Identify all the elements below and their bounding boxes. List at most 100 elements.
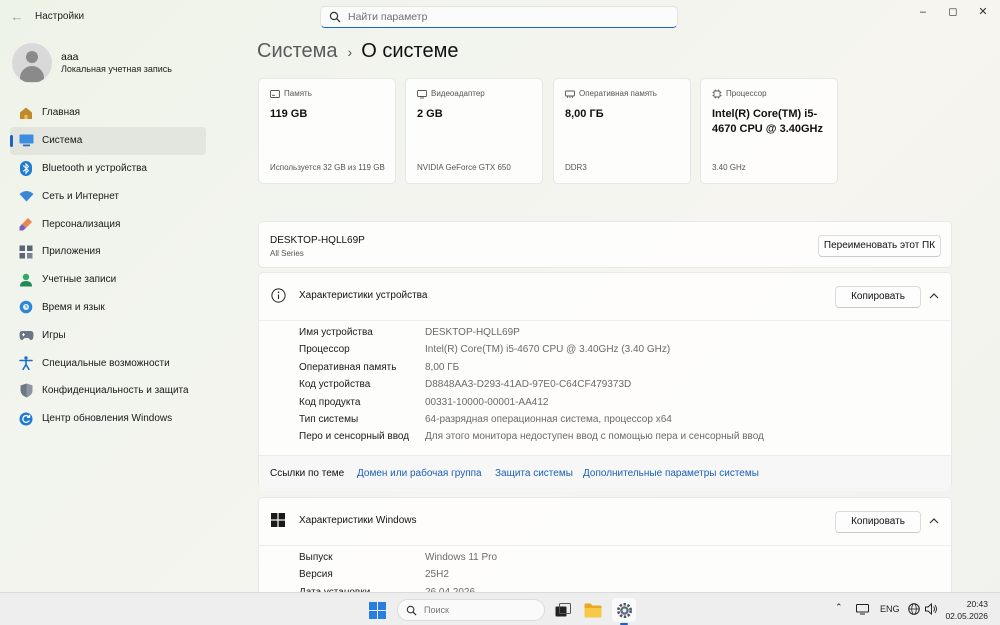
storage-icon: [270, 90, 280, 98]
spec-value: Для этого монитора недоступен ввод с пом…: [425, 431, 764, 443]
update-icon: [18, 411, 34, 427]
sidebar-item-gaming[interactable]: Игры: [10, 321, 206, 349]
search-icon: [406, 605, 417, 616]
avatar[interactable]: [12, 43, 52, 83]
sidebar-item-label: Специальные возможности: [42, 357, 170, 369]
sidebar-item-label: Время и язык: [42, 301, 105, 313]
clock-date: 02.05.2026: [945, 611, 988, 621]
copy-windows-specs-button[interactable]: Копировать: [835, 511, 921, 533]
breadcrumb-separator: ›: [347, 43, 353, 60]
spec-value: 8,00 ГБ: [425, 361, 460, 373]
spec-key: Код продукта: [299, 396, 361, 408]
section-title: Характеристики устройства: [299, 290, 428, 301]
windows-start-icon: [368, 601, 386, 619]
card-subtext: NVIDIA GeForce GTX 650: [417, 163, 511, 172]
chevron-up-icon[interactable]: [927, 514, 941, 528]
back-arrow-icon[interactable]: ←: [9, 9, 25, 25]
link-system-protection[interactable]: Защита системы: [495, 468, 573, 479]
sidebar-item-label: Игры: [42, 329, 66, 341]
taskbar-search-placeholder: Поиск: [424, 605, 449, 615]
user-name: aaa: [61, 51, 79, 63]
link-advanced-system-settings[interactable]: Дополнительные параметры системы: [583, 468, 759, 479]
spec-key: Оперативная память: [299, 361, 397, 373]
sidebar-item-personalization[interactable]: Персонализация: [10, 210, 206, 238]
spec-card-cpu[interactable]: Процессор Intel(R) Core(TM) i5-4670 CPU …: [700, 78, 838, 184]
breadcrumb-parent[interactable]: Система: [257, 40, 338, 63]
spec-value: 25H2: [425, 569, 449, 581]
folder-icon: [584, 603, 602, 617]
copy-device-specs-button[interactable]: Копировать: [835, 286, 921, 308]
windows-specs-panel: Характеристики Windows Копировать Выпуск…: [258, 497, 952, 598]
rename-pc-button[interactable]: Переименовать этот ПК: [818, 235, 941, 257]
sidebar-item-windows-update[interactable]: Центр обновления Windows: [10, 405, 206, 433]
pc-name: DESKTOP-HQLL69P: [270, 235, 365, 246]
sidebar-item-system[interactable]: Система: [10, 126, 206, 155]
card-caption: Оперативная память: [579, 89, 657, 98]
globe-clock-icon: [18, 299, 34, 315]
section-title: Характеристики Windows: [299, 515, 417, 526]
file-explorer-button[interactable]: [581, 598, 605, 622]
globe-icon[interactable]: [908, 603, 920, 615]
card-value: 2 GB: [417, 108, 443, 120]
sidebar-item-label: Главная: [42, 107, 81, 119]
sidebar-item-accessibility[interactable]: Специальные возможности: [10, 349, 206, 377]
settings-search-box[interactable]: [320, 6, 678, 28]
sidebar-item-home[interactable]: Главная: [10, 99, 206, 127]
sidebar-item-bluetooth[interactable]: Bluetooth и устройства: [10, 155, 206, 183]
spec-value: Intel(R) Core(TM) i5-4670 CPU @ 3.40GHz …: [425, 344, 671, 356]
spec-card-gpu[interactable]: Видеоадаптер 2 GB NVIDIA GeForce GTX 650: [405, 78, 543, 184]
gear-icon: [616, 602, 632, 618]
taskbar-search[interactable]: Поиск: [397, 599, 545, 621]
accounts-icon: [18, 272, 34, 288]
spec-key: Тип системы: [299, 413, 359, 425]
apps-icon: [18, 244, 34, 260]
gamepad-icon: [18, 327, 34, 343]
spec-key: Процессор: [299, 344, 350, 356]
ram-icon: [565, 90, 575, 98]
card-subtext: DDR3: [565, 163, 587, 172]
network-icon[interactable]: [856, 604, 869, 615]
minimize-button[interactable]: –: [910, 4, 936, 20]
spec-card-storage[interactable]: Память 119 GB Используется 32 GB из 119 …: [258, 78, 396, 184]
sidebar-item-label: Сеть и Интернет: [42, 190, 120, 202]
volume-icon[interactable]: [925, 603, 938, 615]
close-button[interactable]: ✕: [970, 4, 996, 20]
related-links-bar: Ссылки по теме Домен или рабочая группа …: [259, 455, 951, 491]
sidebar-item-label: Учетные записи: [42, 274, 117, 286]
sidebar-item-apps[interactable]: Приложения: [10, 238, 206, 266]
card-value: Intel(R) Core(TM) i5-4670 CPU @ 3.40GHz: [712, 108, 823, 135]
app-title: Настройки: [35, 11, 85, 22]
cpu-icon: [712, 89, 722, 99]
spec-value: Windows 11 Pro: [425, 552, 498, 563]
card-caption: Видеоадаптер: [431, 89, 485, 98]
device-specs-panel: Характеристики устройства Копировать Имя…: [258, 272, 952, 491]
maximize-button[interactable]: ◻: [940, 4, 966, 20]
settings-taskbar-button[interactable]: [612, 598, 636, 625]
taskbar: Поиск ⌃ ENG 20:43 02.05.2026: [0, 592, 1000, 625]
sidebar-item-label: Приложения: [42, 246, 101, 258]
spec-value: 64-разрядная операционная система, проце…: [425, 413, 672, 425]
card-caption: Память: [284, 89, 312, 98]
card-value: 8,00 ГБ: [565, 108, 604, 120]
spec-key: Версия: [299, 569, 333, 581]
language-indicator[interactable]: ENG: [880, 604, 900, 614]
sidebar-item-label: Персонализация: [42, 218, 121, 230]
sidebar-item-label: Bluetooth и устройства: [42, 162, 147, 174]
sidebar-item-label: Центр обновления Windows: [42, 413, 173, 425]
clock[interactable]: 20:43 02.05.2026: [945, 598, 988, 622]
spec-card-ram[interactable]: Оперативная память 8,00 ГБ DDR3: [553, 78, 691, 184]
sidebar-item-accounts[interactable]: Учетные записи: [10, 266, 206, 294]
link-domain-workgroup[interactable]: Домен или рабочая группа: [357, 468, 482, 479]
search-input[interactable]: [348, 9, 668, 25]
spec-value: 00331-10000-00001-AA412: [425, 396, 549, 408]
sidebar-item-network[interactable]: Сеть и Интернет: [10, 182, 206, 210]
sidebar-item-privacy[interactable]: Конфиденциальность и защита: [10, 377, 206, 405]
system-icon: [18, 133, 34, 149]
chevron-up-tray-icon[interactable]: ⌃: [835, 602, 843, 613]
chevron-up-icon[interactable]: [927, 289, 941, 303]
start-button[interactable]: [365, 598, 389, 622]
gpu-icon: [417, 90, 427, 99]
sidebar-item-time-language[interactable]: Время и язык: [10, 294, 206, 322]
windows-logo-icon: [271, 513, 285, 527]
task-view-button[interactable]: [551, 598, 575, 622]
